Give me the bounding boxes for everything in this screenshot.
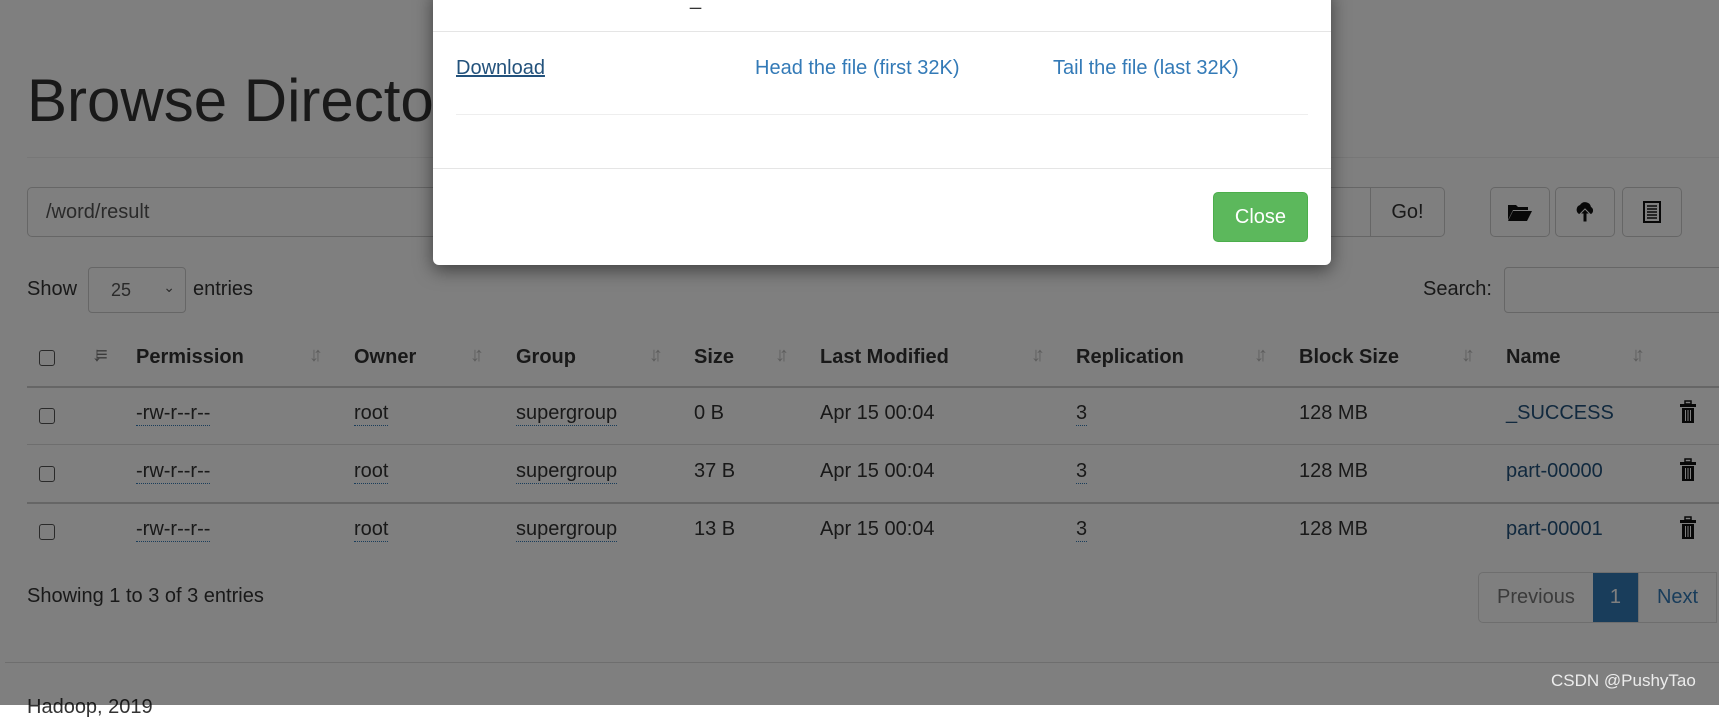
modal-header-divider bbox=[433, 31, 1331, 32]
modal-body-divider bbox=[456, 114, 1308, 115]
file-info-modal: _ Download Head the file (first 32K) Tai… bbox=[433, 0, 1331, 265]
download-link[interactable]: Download bbox=[456, 57, 545, 80]
watermark: CSDN @PushyTao bbox=[1551, 671, 1696, 690]
head-file-link[interactable]: Head the file (first 32K) bbox=[755, 57, 960, 80]
modal-title: _ bbox=[690, 0, 701, 11]
close-button[interactable]: Close bbox=[1213, 192, 1308, 242]
modal-footer-divider bbox=[433, 168, 1331, 169]
tail-file-link[interactable]: Tail the file (last 32K) bbox=[1053, 57, 1239, 80]
